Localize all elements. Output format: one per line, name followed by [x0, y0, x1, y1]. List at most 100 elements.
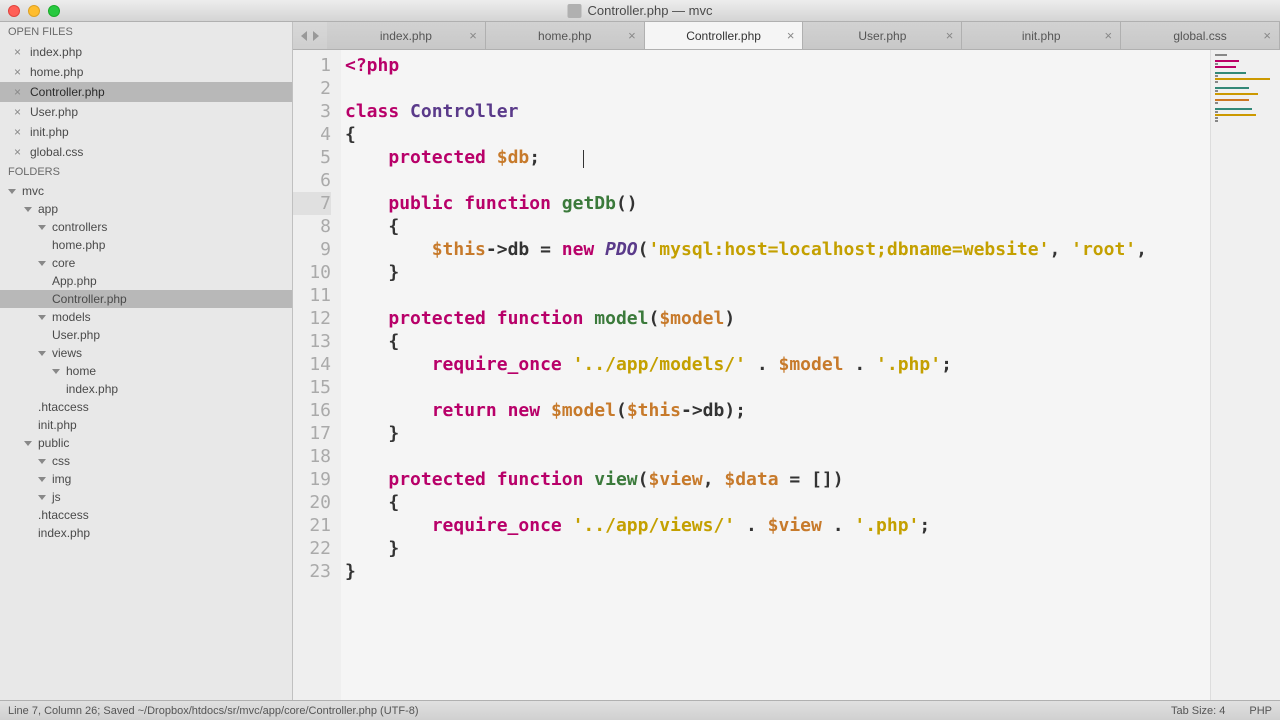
- line-number: 12: [293, 307, 331, 330]
- line-number: 17: [293, 422, 331, 445]
- close-icon[interactable]: ×: [1105, 28, 1113, 43]
- close-icon[interactable]: ×: [14, 45, 24, 59]
- editor-tab[interactable]: global.css ×: [1121, 22, 1280, 49]
- chevron-down-icon: [38, 459, 46, 464]
- file-item[interactable]: init.php: [0, 416, 292, 434]
- line-number: 15: [293, 376, 331, 399]
- code-content[interactable]: <?php class Controller { protected $db; …: [341, 50, 1210, 700]
- chevron-down-icon: [8, 189, 16, 194]
- status-left: Line 7, Column 26; Saved ~/Dropbox/htdoc…: [8, 705, 419, 717]
- tree-label: init.php: [38, 418, 77, 432]
- line-gutter: 1234567891011121314151617181920212223: [293, 50, 341, 700]
- tree-label: Controller.php: [52, 292, 127, 306]
- folder-item[interactable]: app: [0, 200, 292, 218]
- close-icon[interactable]: ×: [787, 28, 795, 43]
- tree-label: .htaccess: [38, 400, 89, 414]
- file-label: Controller.php: [30, 85, 105, 99]
- open-file-item[interactable]: ×init.php: [0, 122, 292, 142]
- minimize-window-button[interactable]: [28, 5, 40, 17]
- tab-label: Controller.php: [686, 29, 761, 43]
- folder-item[interactable]: js: [0, 488, 292, 506]
- close-icon[interactable]: ×: [628, 28, 636, 43]
- file-item[interactable]: index.php: [0, 380, 292, 398]
- close-icon[interactable]: ×: [14, 125, 24, 139]
- minimap[interactable]: [1210, 50, 1280, 700]
- line-number: 13: [293, 330, 331, 353]
- line-number: 1: [293, 54, 331, 77]
- window-titlebar: Controller.php — mvc: [0, 0, 1280, 22]
- line-number: 2: [293, 77, 331, 100]
- file-item[interactable]: .htaccess: [0, 506, 292, 524]
- editor-tab[interactable]: home.php ×: [486, 22, 645, 49]
- chevron-down-icon: [24, 441, 32, 446]
- folder-item[interactable]: public: [0, 434, 292, 452]
- file-label: home.php: [30, 65, 83, 79]
- close-icon[interactable]: ×: [14, 85, 24, 99]
- sidebar: OPEN FILES ×index.php×home.php×Controlle…: [0, 22, 293, 700]
- editor-tab[interactable]: Controller.php ×: [645, 22, 804, 49]
- tab-label: home.php: [538, 29, 591, 43]
- folder-item[interactable]: controllers: [0, 218, 292, 236]
- file-label: global.css: [30, 145, 83, 159]
- file-item[interactable]: Controller.php: [0, 290, 292, 308]
- file-item[interactable]: home.php: [0, 236, 292, 254]
- line-number: 10: [293, 261, 331, 284]
- editor-tab[interactable]: User.php ×: [803, 22, 962, 49]
- close-icon[interactable]: ×: [14, 105, 24, 119]
- line-number: 19: [293, 468, 331, 491]
- file-item[interactable]: User.php: [0, 326, 292, 344]
- close-window-button[interactable]: [8, 5, 20, 17]
- close-icon[interactable]: ×: [946, 28, 954, 43]
- tree-label: core: [52, 256, 75, 270]
- status-tab-size[interactable]: Tab Size: 4: [1171, 705, 1225, 717]
- open-files-header: OPEN FILES: [0, 22, 292, 42]
- line-number: 8: [293, 215, 331, 238]
- open-file-item[interactable]: ×index.php: [0, 42, 292, 62]
- line-number: 7: [293, 192, 331, 215]
- folder-item[interactable]: views: [0, 344, 292, 362]
- tab-label: global.css: [1173, 29, 1226, 43]
- tab-bar: index.php×home.php×Controller.php×User.p…: [293, 22, 1280, 50]
- folder-item[interactable]: img: [0, 470, 292, 488]
- chevron-down-icon: [38, 351, 46, 356]
- file-item[interactable]: .htaccess: [0, 398, 292, 416]
- line-number: 21: [293, 514, 331, 537]
- window-title: Controller.php — mvc: [568, 3, 713, 18]
- open-file-item[interactable]: × Controller.php: [0, 82, 292, 102]
- close-icon[interactable]: ×: [1263, 28, 1271, 43]
- file-label: User.php: [30, 105, 78, 119]
- status-language[interactable]: PHP: [1249, 705, 1272, 717]
- folder-item[interactable]: css: [0, 452, 292, 470]
- file-icon: [568, 4, 582, 18]
- open-file-item[interactable]: × home.php: [0, 62, 292, 82]
- file-item[interactable]: index.php: [0, 524, 292, 542]
- folder-item[interactable]: models: [0, 308, 292, 326]
- folder-item[interactable]: core: [0, 254, 292, 272]
- open-file-item[interactable]: × global.css: [0, 142, 292, 162]
- tree-label: models: [52, 310, 91, 324]
- chevron-down-icon: [24, 207, 32, 212]
- line-number: 18: [293, 445, 331, 468]
- folder-item[interactable]: home: [0, 362, 292, 380]
- tree-label: .htaccess: [38, 508, 89, 522]
- nav-forward-icon[interactable]: [313, 31, 319, 41]
- tree-label: app: [38, 202, 58, 216]
- chevron-down-icon: [38, 477, 46, 482]
- nav-back-icon[interactable]: [301, 31, 307, 41]
- close-icon[interactable]: ×: [14, 145, 24, 159]
- editor-tab[interactable]: init.php×: [962, 22, 1121, 49]
- open-file-item[interactable]: × User.php: [0, 102, 292, 122]
- tree-label: mvc: [22, 184, 44, 198]
- file-item[interactable]: App.php: [0, 272, 292, 290]
- chevron-down-icon: [38, 261, 46, 266]
- maximize-window-button[interactable]: [48, 5, 60, 17]
- folder-item[interactable]: mvc: [0, 182, 292, 200]
- tab-label: User.php: [858, 29, 906, 43]
- close-icon[interactable]: ×: [469, 28, 477, 43]
- tree-label: index.php: [66, 382, 118, 396]
- tree-label: public: [38, 436, 69, 450]
- close-icon[interactable]: ×: [14, 65, 24, 79]
- chevron-down-icon: [38, 315, 46, 320]
- editor-tab[interactable]: index.php×: [327, 22, 486, 49]
- code-area[interactable]: 1234567891011121314151617181920212223 <?…: [293, 50, 1280, 700]
